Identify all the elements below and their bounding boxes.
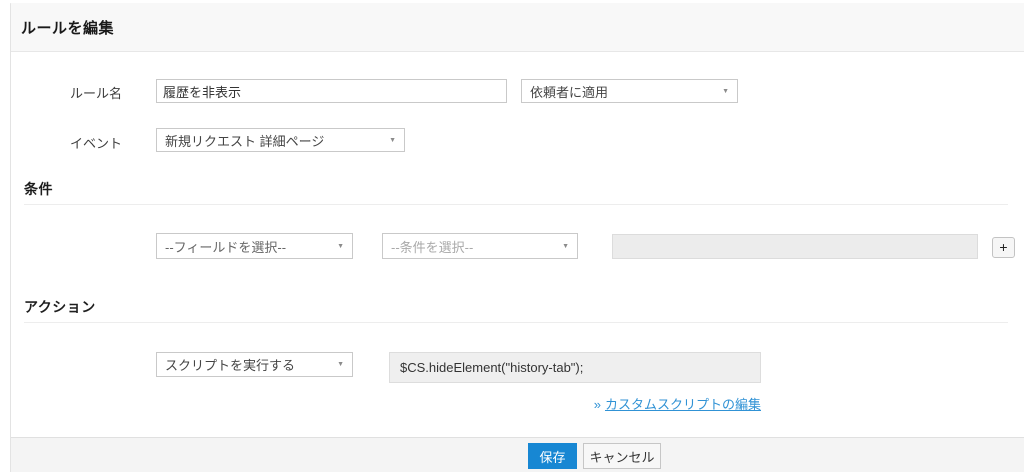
chevron-down-icon: ▼ (337, 361, 344, 368)
edit-rule-page: ルールを編集 ルール名 依頼者に適用 ▼ イベント 新規リクエスト 詳細ページ … (0, 0, 1024, 475)
event-select[interactable]: 新規リクエスト 詳細ページ ▼ (156, 128, 405, 152)
chevron-down-icon: ▼ (562, 242, 569, 250)
chevron-down-icon: ▼ (389, 136, 396, 144)
action-script-input[interactable] (389, 352, 761, 383)
conditions-heading: 条件 (24, 181, 53, 197)
apply-to-select[interactable]: 依頼者に適用 ▼ (521, 79, 738, 103)
edit-script-link-row: » カスタムスクリプトの編集 (389, 394, 761, 413)
condition-field-placeholder: --フィールドを選択-- (165, 239, 287, 255)
condition-criteria-placeholder: --条件を選択-- (391, 239, 474, 255)
cancel-button[interactable]: キャンセル (583, 443, 661, 469)
event-label: イベント (69, 136, 122, 151)
action-type-value: スクリプトを実行する (165, 358, 296, 373)
link-arrows-icon: » (593, 397, 601, 412)
actions-heading: アクション (24, 299, 96, 315)
panel-header: ルールを編集 (11, 3, 1024, 52)
action-type-select[interactable]: スクリプトを実行する ▼ (156, 352, 353, 377)
save-button[interactable]: 保存 (528, 443, 577, 469)
add-condition-button[interactable]: + (992, 237, 1015, 258)
condition-field-select[interactable]: --フィールドを選択-- ▼ (156, 233, 353, 259)
footer-bar (11, 437, 1024, 472)
chevron-down-icon: ▼ (722, 87, 729, 95)
rule-name-label: ルール名 (69, 86, 122, 101)
apply-to-value: 依頼者に適用 (530, 84, 609, 100)
chevron-down-icon: ▼ (337, 242, 344, 250)
conditions-divider (24, 204, 1008, 205)
rule-name-input[interactable] (156, 79, 507, 103)
condition-value-input (612, 234, 978, 259)
condition-criteria-select[interactable]: --条件を選択-- ▼ (382, 233, 578, 259)
event-value: 新規リクエスト 詳細ページ (165, 133, 325, 149)
edit-custom-script-link[interactable]: カスタムスクリプトの編集 (605, 397, 761, 412)
actions-divider (24, 322, 1008, 323)
page-title: ルールを編集 (21, 19, 115, 37)
